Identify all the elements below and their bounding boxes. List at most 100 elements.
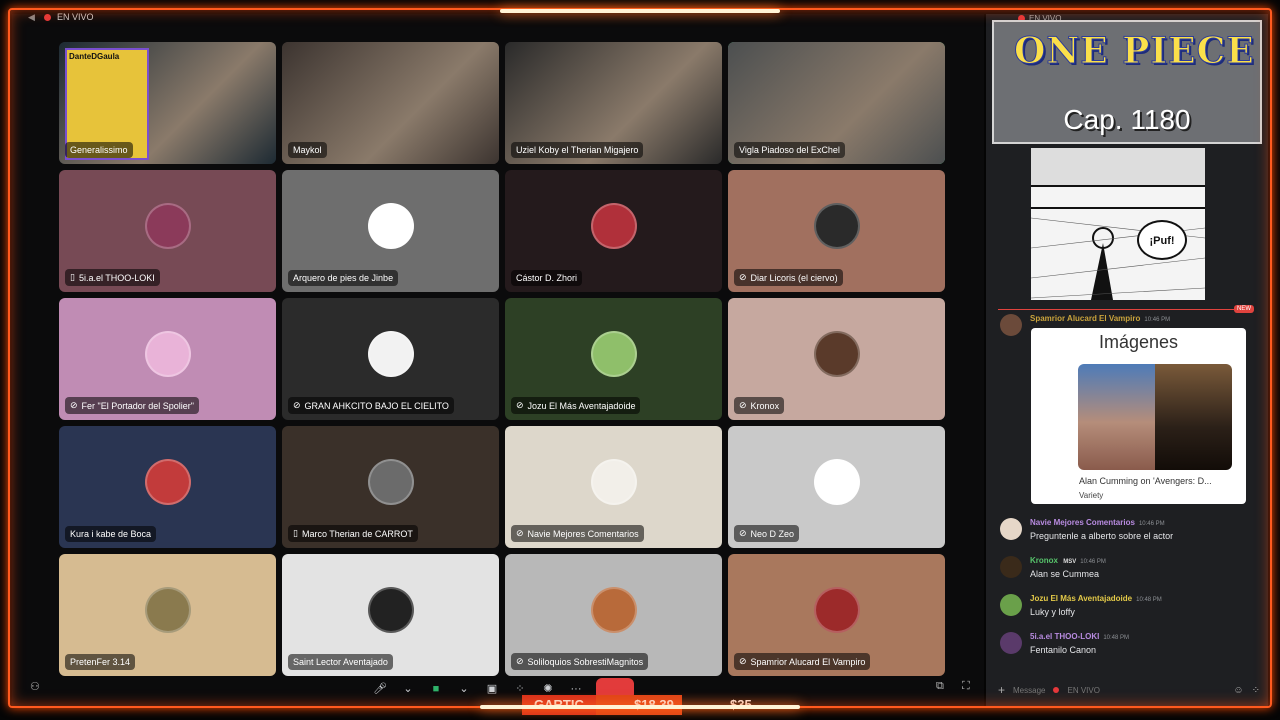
message-author[interactable]: Jozu El Más Aventajadoide 10:48 PM <box>1030 594 1162 603</box>
mic-off-icon: ⊘ <box>739 656 747 666</box>
avatar <box>813 459 860 505</box>
mic-icon[interactable]: 🎤︎ <box>372 681 388 697</box>
mic-off-icon: ⊘ <box>293 400 301 410</box>
participant-tile[interactable]: DanteDGaula Generalissimo <box>59 42 276 164</box>
plus-icon[interactable]: + <box>998 683 1005 697</box>
message-author[interactable]: Navie Mejores Comentarios 10:46 PM <box>1030 518 1173 527</box>
live-dot-icon <box>44 13 51 21</box>
participant-tile[interactable]: ⊘ Navie Mejores Comentarios <box>505 426 722 548</box>
avatar <box>813 331 860 377</box>
participant-tile[interactable]: ⊘ Fer "El Portador del Spolier" <box>59 298 276 420</box>
live-dot-icon <box>1053 687 1060 693</box>
participant-name: ⊘ Neo D Zeo <box>734 525 800 542</box>
mic-off-icon: ⊘ <box>739 400 747 410</box>
input-live-label: EN VIVO <box>1067 685 1100 695</box>
embed-caption[interactable]: Alan Cumming on 'Avengers: D... <box>1079 476 1212 486</box>
participant-tile[interactable]: Uziel Koby el Therian Migajero <box>505 42 722 164</box>
message-time: 10:46 PM <box>1080 559 1106 565</box>
message-time: 10:48 PM <box>1103 635 1130 641</box>
fullscreen-icon[interactable]: ⛶ <box>962 680 970 693</box>
live-indicator: ◀ EN VIVO <box>28 12 94 22</box>
phone-icon: ▯ <box>70 272 75 282</box>
avatar[interactable] <box>1000 314 1022 336</box>
mic-off-icon: ⊘ <box>739 272 747 282</box>
camera-icon[interactable]: ■ <box>428 681 444 697</box>
participant-name: ⊘ Diar Licoris (el ciervo) <box>734 269 843 286</box>
participant-tile[interactable]: ▯ Marco Therian de CARROT <box>282 426 499 548</box>
avatar <box>144 459 191 505</box>
embed-title: Imágenes <box>1098 332 1179 352</box>
embed-source: Variety <box>1079 491 1104 500</box>
chat-message: Kronox MSV 10:46 PM Alan se Cummea <box>1000 556 1106 579</box>
participant-name: ▯ Marco Therian de CARROT <box>288 525 418 542</box>
phone-icon: ▯ <box>293 528 298 538</box>
avatar[interactable] <box>1000 594 1022 616</box>
chevron-down-icon[interactable]: ⌄ <box>456 681 472 697</box>
avatar <box>144 331 191 377</box>
popout-icon[interactable]: ⧉ <box>936 680 944 693</box>
mic-off-icon: ⊘ <box>516 400 524 410</box>
embed-image[interactable] <box>1078 364 1232 470</box>
image-embed[interactable]: Imágenes Alan Cumming on 'Avengers: D...… <box>1031 328 1246 504</box>
participant-tile[interactable]: ▯ 5i.a.el THOO-LOKI <box>59 170 276 292</box>
participant-tile[interactable]: Cástor D. Zhori <box>505 170 722 292</box>
participant-tile[interactable]: Saint Lector Aventajado <box>282 554 499 676</box>
participant-tile[interactable]: Kura i kabe de Boca <box>59 426 276 548</box>
manga-art <box>1031 148 1205 300</box>
participant-tile[interactable]: ⊘ Jozu El Más Aventajadoide <box>505 298 722 420</box>
chat-message: Navie Mejores Comentarios 10:46 PM Pregunt… <box>1000 518 1173 541</box>
avatar[interactable] <box>1000 556 1022 578</box>
add-user-icon[interactable]: ⚇ <box>30 680 40 693</box>
participant-name: PretenFer 3.14 <box>65 654 136 670</box>
one-piece-logo: ONE PIECE <box>1014 30 1255 73</box>
participant-name: ⊘ GRAN AHKCITO BAJO EL CIELITO <box>288 397 454 414</box>
participant-tile[interactable]: Maykol <box>282 42 499 164</box>
avatar <box>813 203 860 249</box>
input-placeholder: Message <box>1013 685 1046 695</box>
message-author[interactable]: Kronox MSV 10:46 PM <box>1030 556 1106 565</box>
apps-icon[interactable]: ⁘ <box>1252 685 1260 696</box>
manga-image[interactable]: ¡Puf! <box>1031 148 1205 300</box>
participant-tile[interactable]: ⊘ GRAN AHKCITO BAJO EL CIELITO <box>282 298 499 420</box>
message-text: Alan se Cummea <box>1030 569 1100 579</box>
mic-off-icon: ⊘ <box>739 528 747 538</box>
participant-name: ⊘ Spamrior Alucard El Vampiro <box>734 653 871 670</box>
participant-name: ⊘ Soliloquios SobrestiMagnitos <box>511 653 649 670</box>
avatar <box>367 587 414 633</box>
avatar <box>590 331 637 377</box>
message-text: Preguntenle a alberto sobre el actor <box>1030 531 1174 541</box>
participant-tile[interactable]: ⊘ Diar Licoris (el ciervo) <box>728 170 945 292</box>
participant-name: Maykol <box>288 142 327 158</box>
participant-tile[interactable]: Arquero de pies de Jinbe <box>282 170 499 292</box>
participant-tile[interactable]: ⊘ Kronox <box>728 298 945 420</box>
participant-name: ⊘ Jozu El Más Aventajadoide <box>511 397 641 414</box>
speaker-icon[interactable]: ◀ <box>28 12 38 22</box>
message-time: 10:48 PM <box>1136 597 1162 603</box>
message-text: Fentanilo Canon <box>1030 645 1097 655</box>
message-text: Luky y loffy <box>1030 607 1075 617</box>
participant-name: Uziel Koby el Therian Migajero <box>511 142 644 158</box>
show-banner: ONE PIECE Cap. 1180 <box>992 20 1262 144</box>
chevron-down-icon[interactable]: ⌄ <box>400 681 416 697</box>
participant-tile[interactable]: Vigla Piadoso del ExChel <box>728 42 945 164</box>
participant-name: Generalissimo <box>65 142 133 158</box>
screenshare-icon[interactable]: ▣ <box>484 681 500 697</box>
message-author[interactable]: 5i.a.el THOO-LOKI 10:48 PM <box>1030 632 1129 641</box>
sfx-bubble: ¡Puf! <box>1137 220 1187 260</box>
participant-tile[interactable]: ⊘ Soliloquios SobrestiMagnitos <box>505 554 722 676</box>
participant-tile[interactable]: ⊘ Spamrior Alucard El Vampiro <box>728 554 945 676</box>
avatar <box>144 203 191 249</box>
emoji-icon[interactable]: ☺ <box>1233 685 1243 696</box>
participant-name: ⊘ Navie Mejores Comentarios <box>511 525 644 542</box>
message-input[interactable]: + Message EN VIVO ☺ ⁘ <box>998 680 1260 700</box>
message-author[interactable]: Spamrior Alucard El Vampiro 10:46 PM <box>1030 314 1170 323</box>
frame-glow <box>480 705 800 709</box>
avatar <box>144 587 191 633</box>
avatar[interactable] <box>1000 518 1022 540</box>
participant-name: Cástor D. Zhori <box>511 270 583 286</box>
chat-message: 5i.a.el THOO-LOKI 10:48 PM Fentanilo Canon <box>1000 632 1129 655</box>
participant-tile[interactable]: ⊘ Neo D Zeo <box>728 426 945 548</box>
participant-tile[interactable]: PretenFer 3.14 <box>59 554 276 676</box>
avatar <box>813 587 860 633</box>
avatar[interactable] <box>1000 632 1022 654</box>
